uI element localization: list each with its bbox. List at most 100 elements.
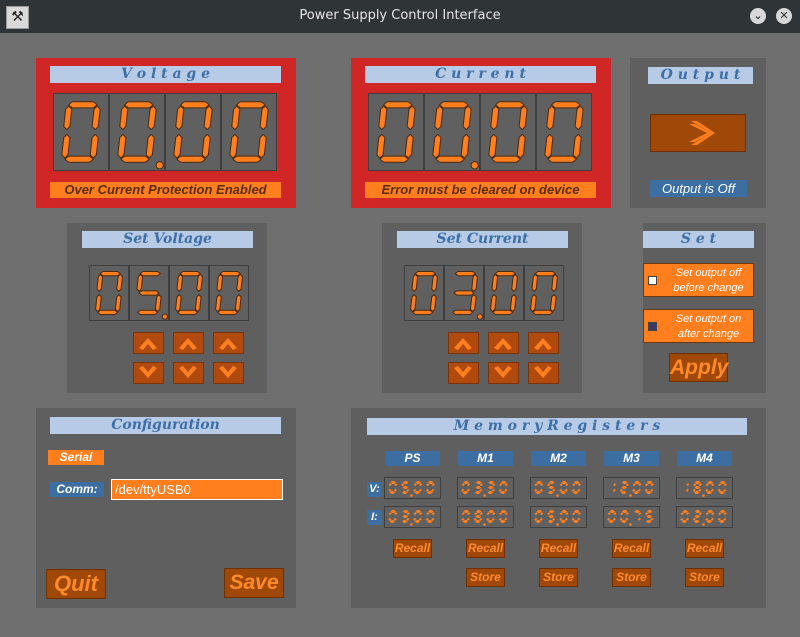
output-status: Output is Off	[650, 180, 747, 197]
chevron-down-icon	[219, 366, 237, 378]
current-header: C u r r e n t	[365, 66, 596, 83]
chevron-up-icon	[219, 338, 237, 350]
voltage-row-label: V:	[367, 482, 382, 497]
output-panel: O u t p u t Output is Off	[630, 58, 766, 208]
set-voltage-digit	[209, 265, 249, 321]
recall-button[interactable]: Recall	[685, 539, 724, 558]
set-voltage-digit	[89, 265, 129, 321]
set-voltage-digit	[169, 265, 209, 321]
current-status: Error must be cleared on device	[365, 182, 596, 198]
memory-display-frame	[676, 506, 733, 528]
chevron-up-icon	[494, 338, 512, 350]
voltage-panel: V o l t a g e Over Current Protection En…	[36, 58, 296, 208]
output-off-label-line2: before change	[673, 282, 744, 294]
set-current-digit	[444, 265, 484, 321]
configuration-header: Configuration	[50, 417, 281, 434]
memory-register-header: PS	[385, 451, 440, 466]
memory-register-header: M4	[677, 451, 732, 466]
output-on-label-line2: after change	[677, 328, 740, 340]
apply-button[interactable]: Apply	[669, 353, 728, 382]
output-off-label: Set output off before change	[668, 266, 749, 296]
voltage-digit	[165, 93, 221, 171]
memory-header: M e m o r y R e g i s t e r s	[367, 418, 747, 435]
set-current-down-arrow-button[interactable]	[528, 362, 559, 384]
memory-display-frame	[603, 506, 660, 528]
set-output-on-option[interactable]: Set output on after change	[643, 309, 754, 343]
chevron-up-icon	[454, 338, 472, 350]
output-off-checkbox[interactable]	[648, 276, 657, 285]
recall-button[interactable]: Recall	[393, 539, 432, 558]
memory-register-header: M2	[531, 451, 586, 466]
set-voltage-down-arrow-button[interactable]	[133, 362, 164, 384]
output-header: O u t p u t	[648, 67, 753, 84]
comm-port-input[interactable]	[111, 479, 283, 500]
memory-display-frame	[530, 506, 587, 528]
voltage-status: Over Current Protection Enabled	[50, 182, 281, 198]
current-digit	[368, 93, 424, 171]
set-current-digit	[404, 265, 444, 321]
output-off-label-line1: Set output off	[675, 267, 742, 279]
title-bar: ⚒ Power Supply Control Interface ⌄ ✕	[0, 0, 800, 33]
chevron-right-icon	[689, 121, 715, 145]
recall-button[interactable]: Recall	[612, 539, 651, 558]
voltage-digit	[53, 93, 109, 171]
memory-register-header: M3	[604, 451, 659, 466]
set-current-digit	[524, 265, 564, 321]
memory-panel: M e m o r y R e g i s t e r s V: I: PS Re…	[351, 408, 766, 608]
close-icon[interactable]: ✕	[776, 8, 792, 24]
output-on-label: Set output on after change	[668, 312, 749, 342]
output-toggle-button[interactable]	[650, 114, 746, 152]
store-button[interactable]: Store	[612, 568, 651, 587]
set-current-digit	[484, 265, 524, 321]
set-current-down-arrow-button[interactable]	[448, 362, 479, 384]
memory-display-frame	[384, 506, 441, 528]
current-digit	[424, 93, 480, 171]
set-current-down-arrow-button[interactable]	[488, 362, 519, 384]
set-current-panel: Set Current	[382, 223, 582, 393]
set-voltage-panel: Set Voltage	[67, 223, 267, 393]
chevron-up-icon	[534, 338, 552, 350]
set-current-up-arrow-button[interactable]	[448, 332, 479, 354]
memory-display-frame	[384, 477, 441, 499]
store-button[interactable]: Store	[466, 568, 505, 587]
recall-button[interactable]: Recall	[539, 539, 578, 558]
current-panel: C u r r e n t Error must be cleared on d…	[351, 58, 611, 208]
quit-button[interactable]: Quit	[46, 569, 106, 599]
set-voltage-up-arrow-button[interactable]	[213, 332, 244, 354]
set-current-header: Set Current	[397, 231, 568, 248]
memory-display-frame	[457, 506, 514, 528]
chevron-down-icon	[494, 366, 512, 378]
store-button[interactable]: Store	[539, 568, 578, 587]
output-on-label-line1: Set output on	[675, 313, 742, 325]
set-current-up-arrow-button[interactable]	[488, 332, 519, 354]
set-voltage-down-arrow-button[interactable]	[213, 362, 244, 384]
current-row-label: I:	[367, 510, 382, 525]
set-voltage-down-arrow-button[interactable]	[173, 362, 204, 384]
set-voltage-up-arrow-button[interactable]	[173, 332, 204, 354]
voltage-digit	[221, 93, 277, 171]
save-button[interactable]: Save	[224, 568, 284, 598]
chevron-up-icon	[179, 338, 197, 350]
store-button[interactable]: Store	[685, 568, 724, 587]
set-voltage-up-arrow-button[interactable]	[133, 332, 164, 354]
minimize-chevron-down-icon[interactable]: ⌄	[750, 8, 766, 24]
window-title: Power Supply Control Interface	[299, 8, 501, 23]
recall-button[interactable]: Recall	[466, 539, 505, 558]
chevron-down-icon	[139, 366, 157, 378]
set-voltage-digit	[129, 265, 169, 321]
memory-display-frame	[603, 477, 660, 499]
set-panel: S e t Set output off before change Set ou…	[643, 223, 766, 393]
configuration-panel: Configuration Serial Comm: Quit Save	[36, 408, 296, 608]
comm-label: Comm:	[50, 482, 104, 497]
voltage-digit	[109, 93, 165, 171]
output-on-checkbox[interactable]	[648, 322, 657, 331]
memory-display-frame	[530, 477, 587, 499]
current-digit	[536, 93, 592, 171]
serial-label[interactable]: Serial	[48, 450, 104, 465]
chevron-up-icon	[139, 338, 157, 350]
set-output-off-option[interactable]: Set output off before change	[643, 263, 754, 297]
set-header: S e t	[643, 231, 754, 248]
current-digit	[480, 93, 536, 171]
set-current-up-arrow-button[interactable]	[528, 332, 559, 354]
memory-display-frame	[457, 477, 514, 499]
